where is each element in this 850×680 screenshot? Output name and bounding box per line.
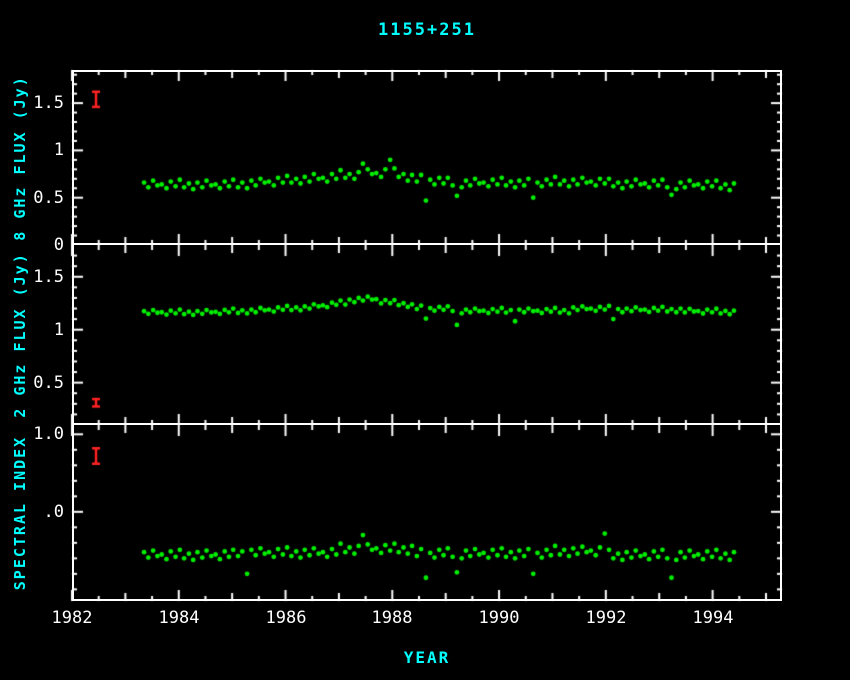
x-tick-label: 1986 xyxy=(254,608,318,628)
x-tick-label: 1992 xyxy=(574,608,638,628)
y-tick-label: .0 xyxy=(20,502,64,522)
panel-divider xyxy=(72,423,782,425)
y-tick-label: 0.5 xyxy=(20,188,64,208)
y-tick-label: 1.0 xyxy=(20,424,64,444)
plot-frame xyxy=(72,70,782,601)
panel-divider xyxy=(72,243,782,245)
x-tick-label: 1982 xyxy=(40,608,104,628)
x-tick-label: 1988 xyxy=(360,608,424,628)
y-tick-label: 1 xyxy=(20,320,64,340)
x-tick-label: 1994 xyxy=(681,608,745,628)
y-tick-label: 1.5 xyxy=(20,93,64,113)
light-curve-figure: 1155+251 8 GHz FLUX (Jy) 2 GHz FLUX (Jy)… xyxy=(0,0,850,680)
y-tick-label: 0 xyxy=(20,235,64,255)
y-tick-label: 0.5 xyxy=(20,373,64,393)
y-tick-label: 1 xyxy=(20,140,64,160)
x-tick-label: 1984 xyxy=(147,608,211,628)
y-tick-label: 1.5 xyxy=(20,267,64,287)
x-tick-label: 1990 xyxy=(467,608,531,628)
